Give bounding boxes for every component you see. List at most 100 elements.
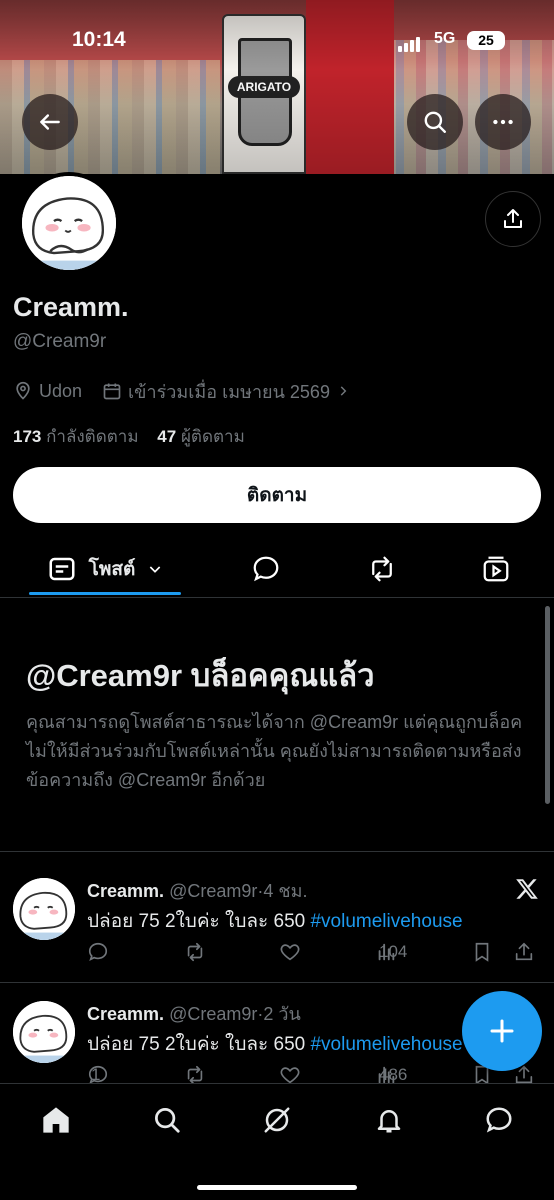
tab-replies[interactable]	[236, 540, 296, 598]
signal-icon	[398, 34, 422, 52]
followers-link[interactable]: 47 ผู้ติดตาม	[157, 427, 245, 446]
views-button[interactable]: 486	[375, 1064, 407, 1083]
tweet-text: ปล่อย 75 2ใบค่ะ ใบละ 650 #volumelivehous…	[87, 1029, 463, 1059]
avatar-mascot-image	[13, 1001, 75, 1063]
tweet-text-content: ปล่อย 75 2ใบค่ะ ใบละ 650	[87, 1034, 311, 1055]
profile-name: Creamm.	[13, 292, 129, 322]
more-horizontal-icon	[493, 119, 513, 125]
tweet-actions: 1 486	[87, 1064, 533, 1083]
heart-icon	[280, 944, 300, 961]
blocked-description: คุณสามารถดูโพสต์สาธารณะได้จาก @Cream9r แ…	[26, 712, 523, 790]
reply-count: 1	[91, 1065, 101, 1083]
grok-icon	[264, 1107, 290, 1133]
tweet-hashtag[interactable]: #volumelivehouse	[310, 1034, 462, 1055]
profile-handle: @Cream9r	[13, 331, 107, 352]
repost-button[interactable]	[183, 1064, 207, 1083]
follow-stats: 173 กำลังติดตาม 47 ผู้ติดตาม	[13, 423, 245, 450]
repost-icon	[372, 556, 392, 582]
tweet-1[interactable]: Creamm. @Cream9r·4 ชม. ปล่อย 75 2ใบค่ะ ใ…	[0, 852, 554, 982]
repost-button[interactable]	[183, 941, 207, 963]
tweet-avatar[interactable]	[13, 878, 75, 940]
avatar-mascot-image	[22, 176, 116, 270]
status-bar: 10:14 5G 25	[0, 26, 554, 56]
tweet-author-name[interactable]: Creamm.	[87, 1004, 164, 1024]
search-icon	[424, 111, 446, 133]
reply-button[interactable]	[87, 941, 109, 963]
posts-icon	[49, 557, 75, 581]
followers-label: ผู้ติดตาม	[180, 427, 245, 446]
home-indicator	[197, 1185, 357, 1190]
tweet-author-handle: @Cream9r	[169, 881, 258, 901]
more-button[interactable]	[475, 94, 531, 150]
nav-grok[interactable]	[257, 1100, 297, 1140]
search-button[interactable]	[407, 94, 463, 150]
home-icon	[43, 1107, 69, 1133]
view-count: 486	[379, 1065, 408, 1083]
location-icon	[16, 381, 30, 400]
like-button[interactable]	[279, 1064, 301, 1083]
tab-media[interactable]	[466, 540, 526, 598]
tweet-header: Creamm. @Cream9r·2 วัน	[87, 1004, 301, 1024]
scrollbar[interactable]	[545, 606, 550, 804]
profile-tabs: โพสต์	[0, 540, 554, 598]
reply-button[interactable]: 1	[87, 1064, 109, 1083]
tweet-text-content: ปล่อย 75 2ใบค่ะ ใบละ 650	[87, 911, 311, 932]
blocked-title: @Cream9r บล็อคคุณแล้ว	[26, 658, 375, 693]
tab-indicator	[29, 592, 181, 595]
share-tweet-button[interactable]	[513, 941, 535, 963]
x-logo-icon[interactable]	[514, 876, 540, 902]
following-count: 173	[13, 427, 42, 446]
tab-reposts[interactable]	[352, 540, 412, 598]
compose-post-button[interactable]	[462, 991, 542, 1071]
tab-posts[interactable]: โพสต์	[29, 540, 181, 598]
profile-joined: เข้าร่วมเมื่อ เมษายน 2569	[128, 381, 330, 402]
tweet-time: 4 ชม.	[263, 881, 308, 901]
tweet-header: Creamm. @Cream9r·4 ชม.	[87, 881, 308, 901]
tab-posts-label: โพสต์	[88, 559, 136, 580]
tweet-avatar[interactable]	[13, 1001, 75, 1063]
follow-button[interactable]: ติดตาม	[13, 467, 541, 523]
bell-icon	[377, 1110, 401, 1133]
followers-count: 47	[157, 427, 177, 446]
reply-icon	[253, 556, 279, 582]
share-icon	[515, 942, 533, 961]
like-button[interactable]	[279, 941, 301, 963]
repost-icon	[187, 1065, 203, 1083]
chat-bubble-icon	[486, 1107, 512, 1133]
tweet-author-name[interactable]: Creamm.	[87, 881, 164, 901]
bookmark-icon	[475, 942, 489, 962]
plus-icon	[490, 1019, 514, 1043]
tweet-hashtag[interactable]: #volumelivehouse	[310, 911, 462, 932]
repost-icon	[187, 942, 203, 962]
avatar-mascot-image	[13, 878, 75, 940]
tweet-author-handle: @Cream9r	[169, 1004, 258, 1024]
view-count: 104	[379, 942, 408, 961]
views-button[interactable]: 104	[375, 941, 407, 963]
nav-search[interactable]	[147, 1100, 187, 1140]
search-icon	[155, 1108, 180, 1133]
nav-messages[interactable]	[479, 1100, 519, 1140]
nav-notifications[interactable]	[369, 1100, 409, 1140]
bottom-nav	[0, 1083, 554, 1200]
profile-avatar[interactable]	[18, 172, 120, 274]
tweet-text: ปล่อย 75 2ใบค่ะ ใบละ 650 #volumelivehous…	[87, 906, 463, 936]
chevron-down-icon	[150, 566, 161, 573]
calendar-icon	[103, 383, 121, 400]
tweet-time: 2 วัน	[263, 1004, 301, 1024]
reply-icon	[88, 942, 108, 961]
network-label: 5G	[434, 30, 456, 47]
tweet-actions: 104	[87, 941, 533, 965]
profile-location: Udon	[39, 380, 83, 401]
arrow-left-icon	[40, 114, 60, 130]
battery-icon: 25	[467, 31, 505, 50]
nav-home[interactable]	[36, 1100, 76, 1140]
heart-icon	[280, 1067, 300, 1083]
profile-meta: Udon เข้าร่วมเมื่อ เมษายน 2569	[13, 378, 350, 404]
share-icon	[504, 209, 522, 228]
status-time: 10:14	[72, 28, 126, 51]
chevron-right-icon[interactable]	[336, 384, 350, 398]
share-button[interactable]	[485, 191, 541, 247]
following-link[interactable]: 173 กำลังติดตาม	[13, 427, 139, 446]
back-button[interactable]	[22, 94, 78, 150]
bookmark-button[interactable]	[471, 941, 493, 963]
